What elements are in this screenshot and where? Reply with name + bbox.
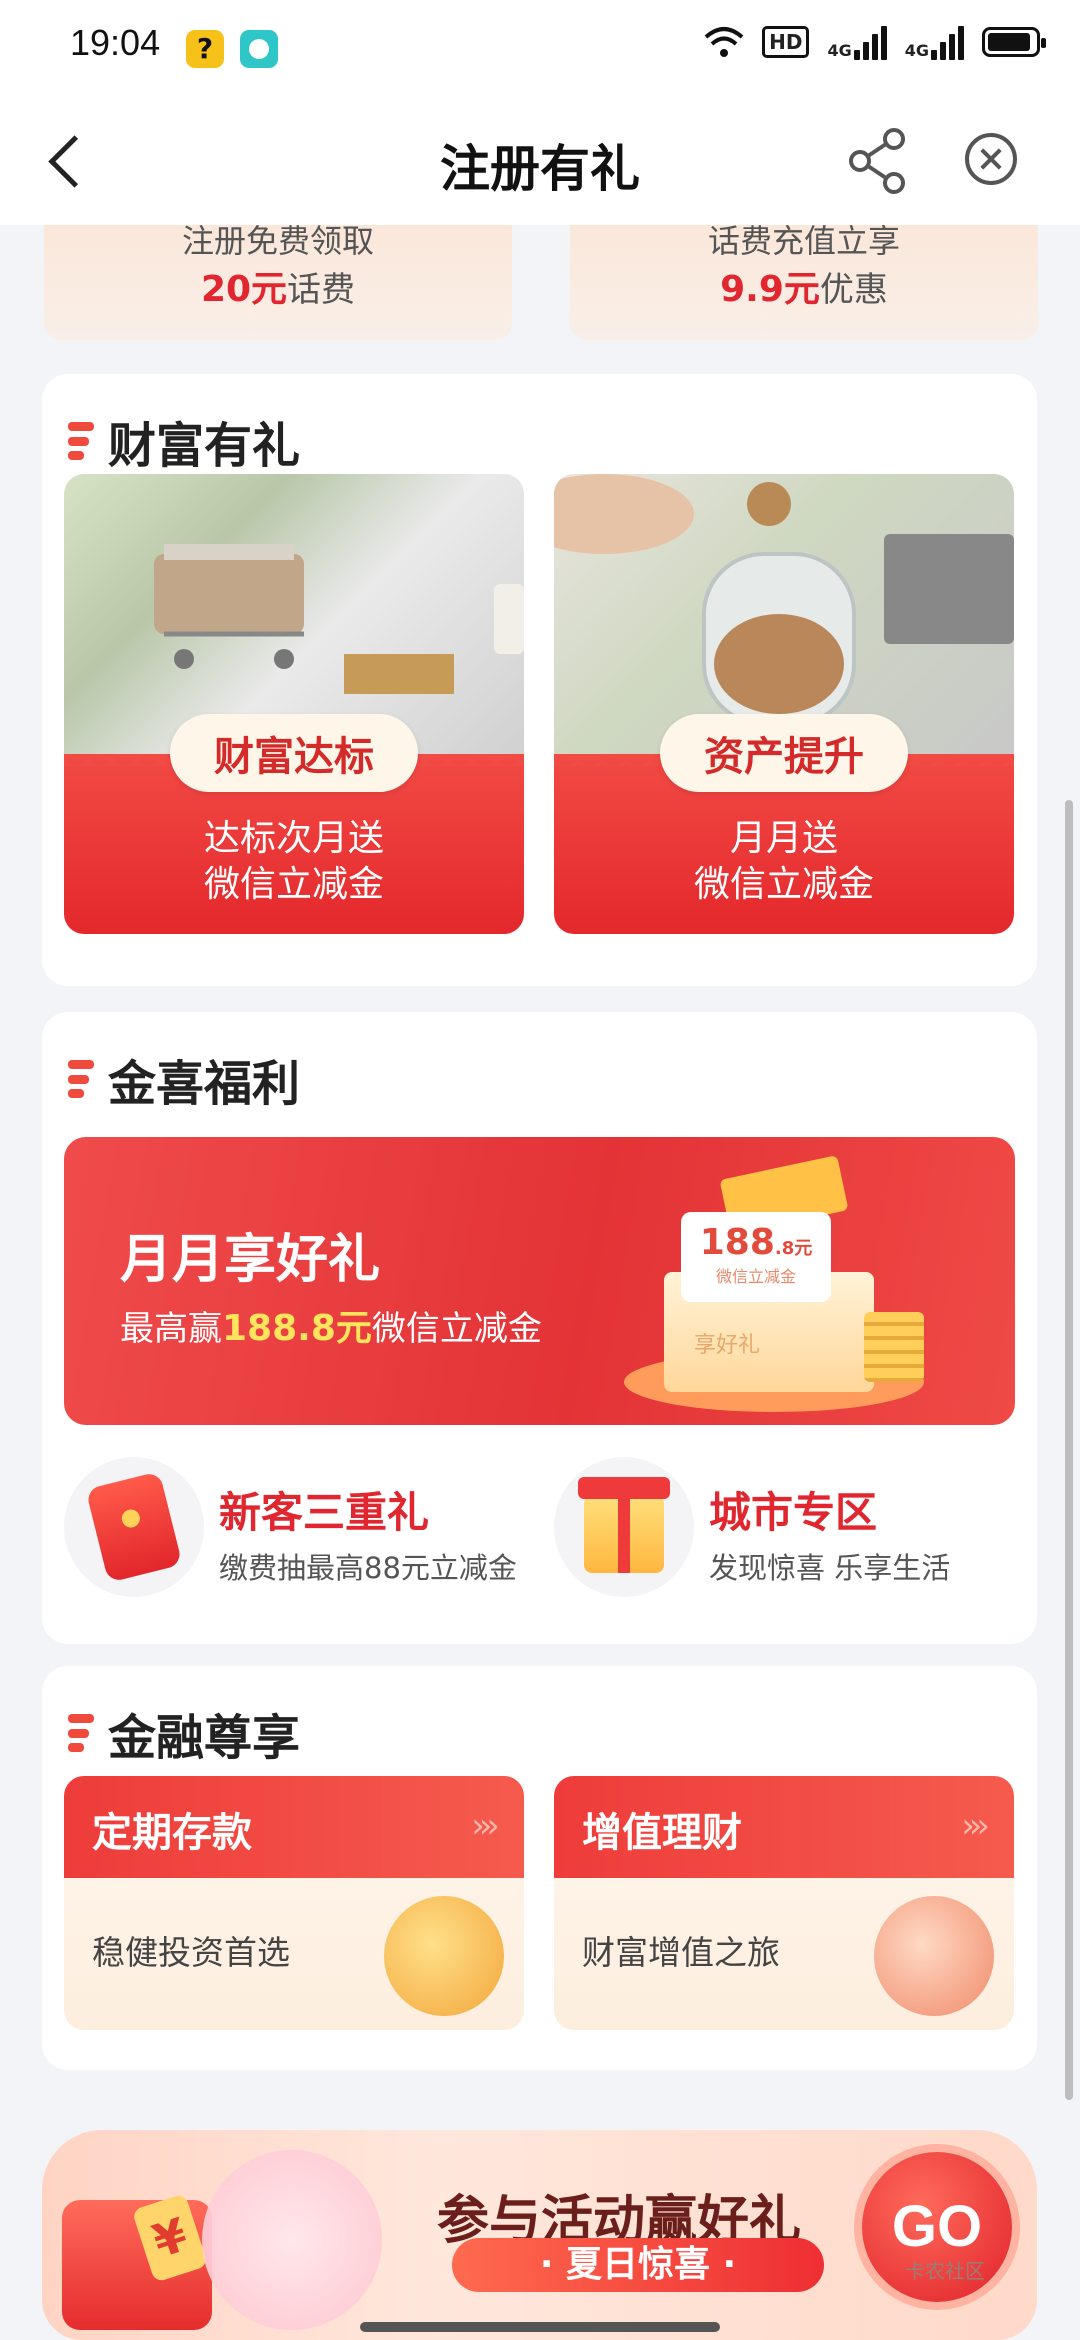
card-subtitle: 达标次月送 微信立减金 — [64, 816, 524, 908]
section-title: 金喜福利 — [68, 1044, 300, 1114]
page-title: 注册有礼 — [440, 140, 640, 198]
promo-card-suffix: 话费 — [287, 270, 356, 310]
gift-box-icon — [554, 1457, 694, 1597]
promo-card-register[interactable]: 注册免费领取 20元话费 — [44, 210, 512, 340]
hd-icon: HD — [762, 26, 810, 58]
city-zone-item[interactable]: 城市专区 发现惊喜 乐享生活 — [554, 1457, 1024, 1597]
item-desc: 缴费抽最高88元立减金 — [219, 1551, 517, 1585]
card-desc: 财富增值之旅 — [582, 1933, 780, 1972]
close-icon[interactable] — [965, 133, 1017, 185]
promo-card-highlight: 9.9元 — [720, 269, 820, 310]
item-desc: 发现惊喜 乐享生活 — [709, 1551, 951, 1585]
banner-subtitle-suffix: 微信立减金 — [371, 1309, 542, 1349]
item-title: 新客三重礼 — [219, 1488, 430, 1537]
section-title-text: 金融尊享 — [108, 1710, 301, 1766]
share-icon[interactable] — [846, 125, 912, 195]
card-subtitle: 月月送 微信立减金 — [554, 816, 1014, 908]
red-envelope-icon — [64, 1457, 204, 1597]
signal-icon-2: 4G — [905, 24, 964, 60]
item-title: 城市专区 — [709, 1488, 878, 1537]
wifi-icon — [704, 27, 744, 57]
coin-hourglass-icon — [384, 1896, 504, 2016]
status-icons: HD 4G 4G — [704, 24, 1046, 60]
section-marker-icon — [68, 1714, 94, 1752]
finance-section: 金融尊享 定期存款 ››› 稳健投资首选 增值理财 ››› 财富增值之旅 — [42, 1666, 1037, 2070]
gift-value-card: 188.8元 微信立减金 — [681, 1212, 831, 1302]
new-customer-gift-item[interactable]: 新客三重礼 缴费抽最高88元立减金 — [64, 1457, 534, 1597]
watermark-text: 卡农社区 — [905, 2259, 985, 2283]
coin-stack-icon — [864, 1312, 924, 1382]
activity-banner[interactable]: ¥ 参与活动赢好礼 · 夏日惊喜 · GO — [42, 2130, 1037, 2340]
wealth-management-card[interactable]: 增值理财 ››› 财富增值之旅 — [554, 1776, 1014, 2030]
network-type-1: 4G — [827, 41, 852, 60]
gift-value-label: 微信立减金 — [715, 1267, 796, 1286]
battery-icon — [982, 27, 1046, 57]
status-bar: 19:04 ? HD 4G 4G — [0, 0, 1080, 95]
promo-card-line2: 20元话费 — [44, 260, 512, 312]
card-subtitle-line1: 月月送 — [729, 818, 838, 859]
scrollbar[interactable] — [1065, 800, 1073, 2100]
banner-subtitle-highlight: 188.8元 — [222, 1308, 372, 1349]
network-type-2: 4G — [904, 41, 929, 60]
gift-value: 188.8元 — [681, 1222, 831, 1263]
yuan-icon: ¥ — [131, 2193, 209, 2283]
card-title: 定期存款 — [92, 1810, 252, 1856]
section-marker-icon — [68, 1060, 94, 1098]
promo-card-topup[interactable]: 话费充值立享 9.9元优惠 — [570, 210, 1038, 340]
section-title-text: 金喜福利 — [108, 1056, 301, 1112]
fixed-deposit-card[interactable]: 定期存款 ››› 稳健投资首选 — [64, 1776, 524, 2030]
signal-icon-1: 4G — [827, 24, 887, 60]
jinxi-section: 金喜福利 月月享好礼 最高赢188.8元微信立减金 享好礼 188.8元 微信立… — [42, 1012, 1037, 1644]
section-title-text: 财富有礼 — [108, 418, 301, 474]
nav-bar: 注册有礼 — [0, 95, 1080, 225]
gift-value-dec: .8元 — [774, 1238, 813, 1259]
gift-box-label: 享好礼 — [694, 1333, 761, 1358]
banner-subtitle: · 夏日惊喜 · — [452, 2238, 824, 2292]
banner-title: 月月享好礼 — [120, 1230, 381, 1290]
monthly-gift-banner[interactable]: 月月享好礼 最高赢188.8元微信立减金 享好礼 188.8元 微信立减金 — [64, 1137, 1015, 1425]
section-title: 金融尊享 — [68, 1698, 300, 1768]
card-subtitle-line2: 微信立减金 — [693, 864, 874, 905]
chevron-right-icon: ››› — [961, 1806, 990, 1846]
promo-card-line2: 9.9元优惠 — [570, 260, 1038, 312]
banner-subtitle: 最高赢188.8元微信立减金 — [120, 1299, 542, 1351]
card-title: 增值理财 — [582, 1810, 742, 1856]
card-pill-label: 资产提升 — [660, 714, 908, 792]
section-title: 财富有礼 — [68, 406, 300, 476]
card-desc: 稳健投资首选 — [92, 1933, 290, 1972]
wealth-section: 财富有礼 财富达标 达标次月送 微信立减金 资产提升 月月送 微信立减金 — [42, 374, 1037, 986]
card-subtitle-line2: 微信立减金 — [203, 864, 384, 905]
home-indicator[interactable] — [360, 2322, 720, 2332]
wealth-card-asset[interactable]: 资产提升 月月送 微信立减金 — [554, 474, 1014, 934]
promo-card-suffix: 优惠 — [819, 270, 888, 310]
card-subtitle-line1: 达标次月送 — [203, 818, 384, 859]
wealth-card-standard[interactable]: 财富达标 达标次月送 微信立减金 — [64, 474, 524, 934]
app-notification-icon: ? — [186, 30, 224, 68]
chevron-right-icon: ››› — [471, 1806, 500, 1846]
promo-card-highlight: 20元 — [200, 269, 288, 310]
red-envelope-icon: ¥ — [62, 2193, 212, 2330]
card-pill-label: 财富达标 — [170, 714, 418, 792]
swan-decoration-icon — [202, 2150, 382, 2330]
banner-subtitle-prefix: 最高赢 — [120, 1309, 222, 1349]
gift-value-int: 188 — [699, 1222, 775, 1263]
status-time: 19:04 — [70, 22, 161, 63]
yuan-shield-arrow-icon — [874, 1896, 994, 2016]
section-marker-icon — [68, 422, 94, 460]
message-app-icon — [240, 30, 278, 68]
